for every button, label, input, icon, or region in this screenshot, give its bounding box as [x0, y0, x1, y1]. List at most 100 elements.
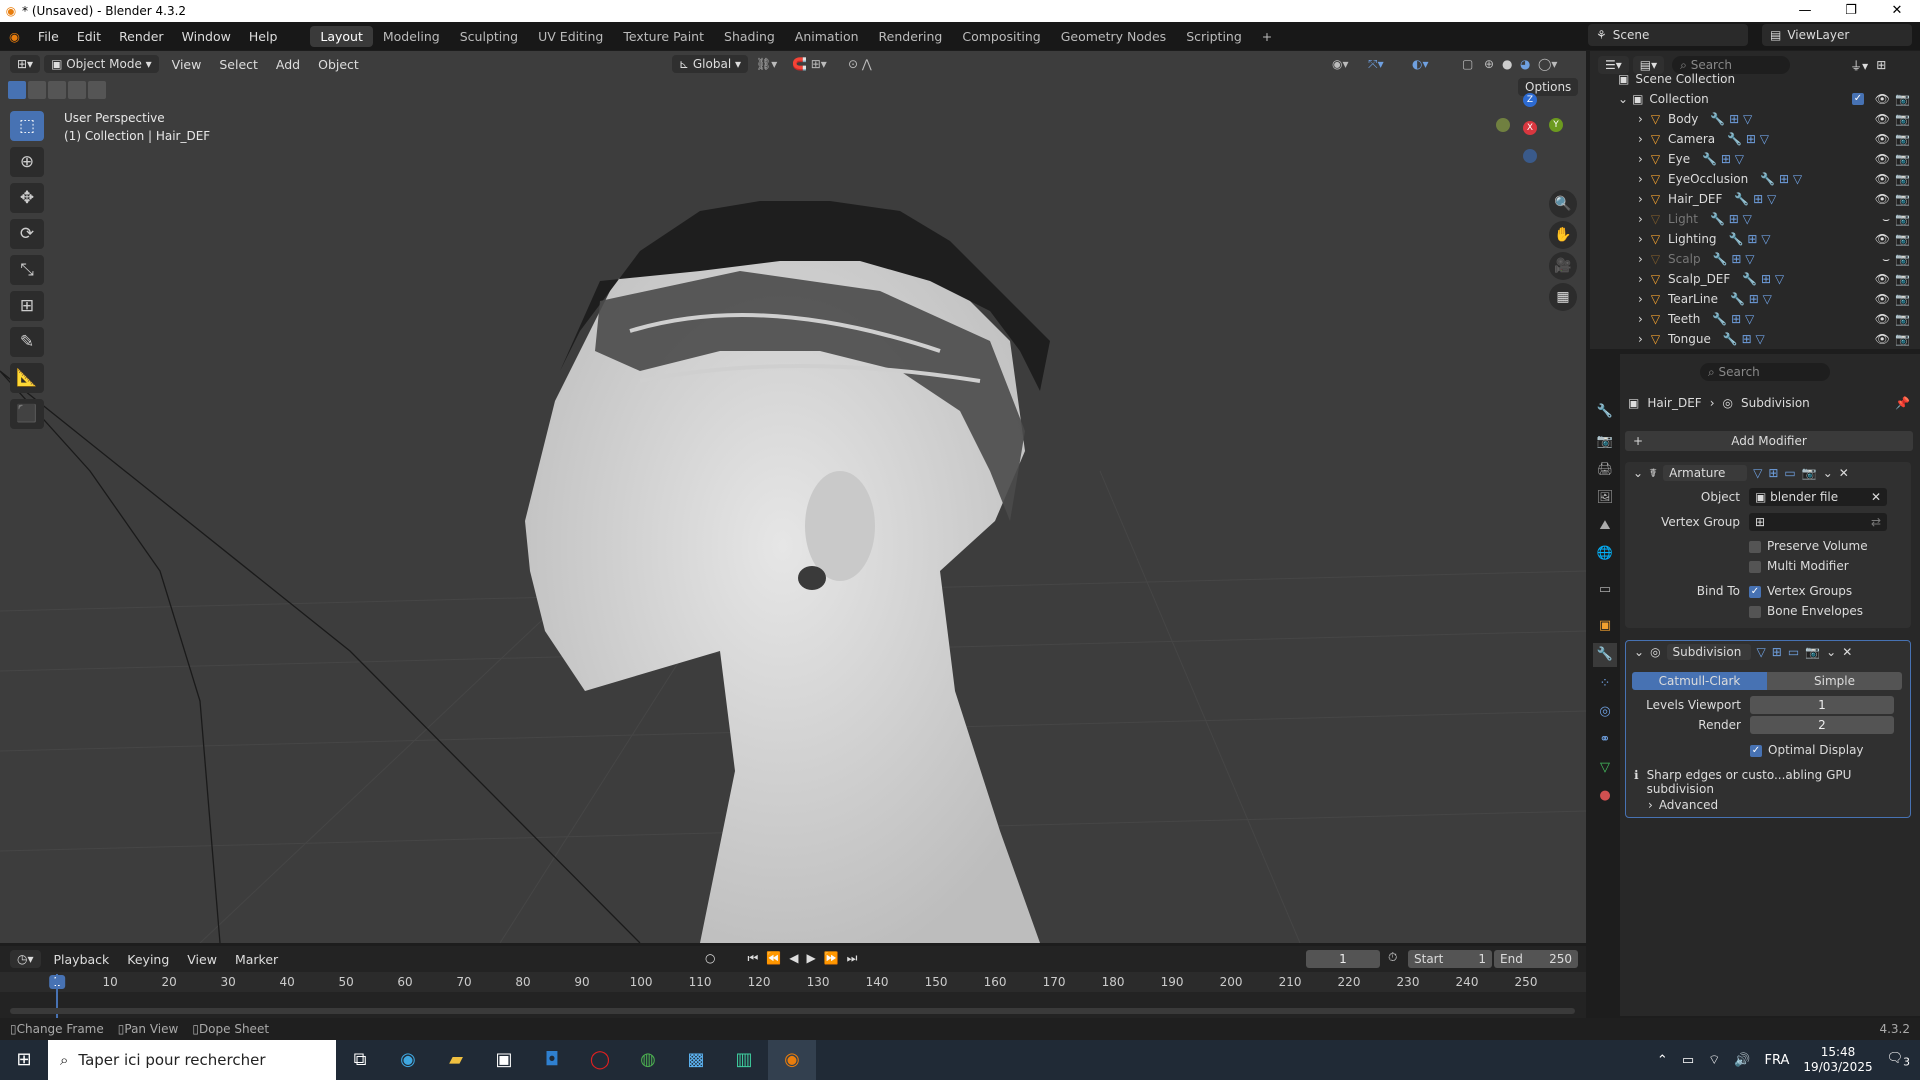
data-properties-icon[interactable]: ▽ — [1593, 756, 1617, 780]
transform-tool[interactable]: ⊞ — [10, 291, 44, 321]
collapse-collection-icon[interactable]: ⌄ — [1618, 92, 1628, 106]
select-subtract-icon[interactable] — [48, 81, 66, 99]
cursor-tool[interactable]: ⊕ — [10, 147, 44, 177]
visibility-eye-icon[interactable]: 👁 — [1875, 112, 1890, 126]
add-cube-tool[interactable]: ⬛ — [10, 399, 44, 429]
gizmo-icon[interactable]: ⤧▾ — [1368, 57, 1384, 72]
modifier-properties-icon[interactable]: 🔧 — [1593, 643, 1617, 667]
edge-browser-icon[interactable]: ◉ — [384, 1040, 432, 1080]
scale-tool[interactable]: ⤡ — [10, 255, 44, 285]
view-layer-properties-icon[interactable]: 🖼 — [1593, 486, 1617, 510]
expand-chevron-icon[interactable]: › — [1638, 132, 1643, 146]
add-workspace-button[interactable]: + — [1252, 26, 1282, 47]
outliner-item[interactable]: › ▽ Tongue 🔧 ⊞ ▽ 👁 📷 — [1590, 329, 1920, 349]
output-properties-icon[interactable]: 🖨 — [1593, 458, 1617, 482]
remove-modifier-icon[interactable]: ✕ — [1842, 645, 1852, 659]
tab-sculpting[interactable]: Sculpting — [450, 26, 528, 47]
tab-rendering[interactable]: Rendering — [869, 26, 953, 47]
menu-edit[interactable]: Edit — [68, 29, 110, 44]
select-invert-icon[interactable] — [68, 81, 86, 99]
measure-tool[interactable]: 📐 — [10, 363, 44, 393]
tab-geometry-nodes[interactable]: Geometry Nodes — [1051, 26, 1176, 47]
snap-icon[interactable]: 🧲 ⊞▾ — [792, 57, 827, 71]
blender-taskbar-icon[interactable]: ◉ — [768, 1040, 816, 1080]
outliner-item[interactable]: › ▽ Teeth 🔧 ⊞ ▽ 👁 📷 — [1590, 309, 1920, 329]
modifier-menu-icon[interactable]: ⌄ — [1823, 466, 1833, 480]
timeline-menu-keying[interactable]: Keying — [118, 952, 178, 967]
jump-start-icon[interactable]: ⏮ — [747, 951, 758, 966]
scene-properties-icon[interactable]: ⛰ — [1593, 514, 1617, 538]
physics-properties-icon[interactable]: ◎ — [1593, 700, 1617, 724]
mode-selector[interactable]: ▣ Object Mode ▾ — [44, 55, 159, 73]
expand-chevron-icon[interactable]: › — [1638, 312, 1643, 326]
language-indicator[interactable]: FRA — [1765, 1053, 1790, 1068]
scene-selector[interactable]: Scene — [1613, 28, 1650, 42]
tray-device-icon[interactable]: ▭ — [1682, 1053, 1694, 1068]
blender-menu-icon[interactable]: ◉ — [0, 29, 29, 44]
rendered-shading-icon[interactable]: ◯▾ — [1538, 57, 1557, 71]
play-icon[interactable]: ▶ — [806, 951, 815, 966]
outliner-item[interactable]: › ▽ Hair_DEF 🔧 ⊞ ▽ 👁 📷 — [1590, 189, 1920, 209]
material-properties-icon[interactable]: ● — [1593, 784, 1617, 808]
select-intersect-icon[interactable] — [88, 81, 106, 99]
armature-name-field[interactable]: Armature — [1663, 465, 1748, 481]
constraints-properties-icon[interactable]: ⚭ — [1593, 728, 1617, 752]
render-camera-icon[interactable]: 📷 — [1895, 192, 1910, 206]
collapse-chevron-icon[interactable]: ⌄ — [1633, 466, 1643, 480]
outliner-item-name[interactable]: Scalp — [1668, 252, 1701, 266]
collection-include-checkbox[interactable]: ✓ — [1852, 93, 1864, 105]
visibility-eye-icon[interactable]: 👁 — [1875, 312, 1890, 326]
outliner-item-name[interactable]: Body — [1668, 112, 1698, 126]
store-icon[interactable]: ▣ — [480, 1040, 528, 1080]
catmull-clark-button[interactable]: Catmull-Clark — [1632, 672, 1767, 690]
start-frame-field[interactable]: Start 1 — [1408, 950, 1492, 968]
object-properties-icon[interactable]: ▣ — [1593, 614, 1617, 638]
render-camera-icon[interactable]: 📷 — [1895, 272, 1910, 286]
menu-render[interactable]: Render — [110, 29, 173, 44]
menu-help[interactable]: Help — [240, 29, 287, 44]
photoshop-icon[interactable]: ▩ — [672, 1040, 720, 1080]
clear-object-icon[interactable]: ✕ — [1871, 488, 1881, 506]
render-camera-icon[interactable]: 📷 — [1895, 112, 1910, 126]
chrome-icon[interactable]: ◍ — [624, 1040, 672, 1080]
collection-visibility-icon[interactable]: 👁 — [1875, 92, 1890, 106]
outliner-item[interactable]: › ▽ Eye 🔧 ⊞ ▽ 👁 📷 — [1590, 149, 1920, 169]
visibility-icon[interactable]: ◉▾ — [1332, 57, 1349, 71]
tab-compositing[interactable]: Compositing — [952, 26, 1050, 47]
outliner-item-name[interactable]: EyeOcclusion — [1668, 172, 1748, 186]
tab-scripting[interactable]: Scripting — [1176, 26, 1252, 47]
viewport-menu-select[interactable]: Select — [210, 57, 267, 72]
taskbar-search-input[interactable]: ⌕ Taper ici pour rechercher — [48, 1040, 336, 1080]
outliner-item-name[interactable]: Light — [1668, 212, 1698, 226]
levels-viewport-field[interactable]: 1 — [1750, 696, 1894, 714]
multi-modifier-checkbox[interactable] — [1749, 560, 1761, 573]
properties-search-input[interactable]: ⌕ Search — [1700, 363, 1830, 381]
edit-mode-toggle-icon[interactable]: ▽ — [1753, 466, 1762, 480]
solid-shading-icon[interactable]: ● — [1502, 57, 1512, 71]
tab-layout[interactable]: Layout — [310, 25, 373, 47]
render-camera-icon[interactable]: 📷 — [1895, 252, 1910, 266]
menu-file[interactable]: File — [29, 29, 68, 44]
navigation-gizmo[interactable]: Z Y X — [1490, 91, 1570, 171]
xray-icon[interactable]: ▢ — [1462, 57, 1473, 71]
viewport-toggle-icon[interactable]: ▭ — [1788, 645, 1799, 659]
visibility-eye-icon[interactable]: 👁 — [1875, 292, 1890, 306]
outliner-item[interactable]: › ▽ Scalp 🔧 ⊞ ▽ ⌣ 📷 — [1590, 249, 1920, 269]
select-new-icon[interactable] — [8, 81, 26, 99]
expand-chevron-icon[interactable]: › — [1638, 112, 1643, 126]
armature-object-field[interactable]: ▣ blender file ✕ — [1749, 488, 1887, 506]
visibility-eye-icon[interactable]: ⌣ — [1882, 212, 1890, 227]
outliner-item[interactable]: › ▽ EyeOcclusion 🔧 ⊞ ▽ 👁 📷 — [1590, 169, 1920, 189]
expand-chevron-icon[interactable]: › — [1638, 152, 1643, 166]
timeline-scrollbar[interactable] — [10, 1008, 1575, 1014]
maximize-button[interactable]: ❐ — [1828, 0, 1874, 22]
stopwatch-icon[interactable]: ⏱ — [1388, 950, 1397, 965]
render-toggle-icon[interactable]: 📷 — [1802, 466, 1817, 480]
timeline-editor-icon[interactable]: ◷▾ — [10, 950, 41, 968]
frame-ruler[interactable]: 1102030405060708090100110120130140150160… — [0, 972, 1586, 992]
visibility-eye-icon[interactable]: 👁 — [1875, 192, 1890, 206]
outliner-item[interactable]: › ▽ Lighting 🔧 ⊞ ▽ 👁 📷 — [1590, 229, 1920, 249]
render-camera-icon[interactable]: 📷 — [1895, 332, 1910, 346]
render-camera-icon[interactable]: 📷 — [1895, 152, 1910, 166]
subdivision-name-field[interactable]: Subdivision — [1666, 644, 1751, 660]
